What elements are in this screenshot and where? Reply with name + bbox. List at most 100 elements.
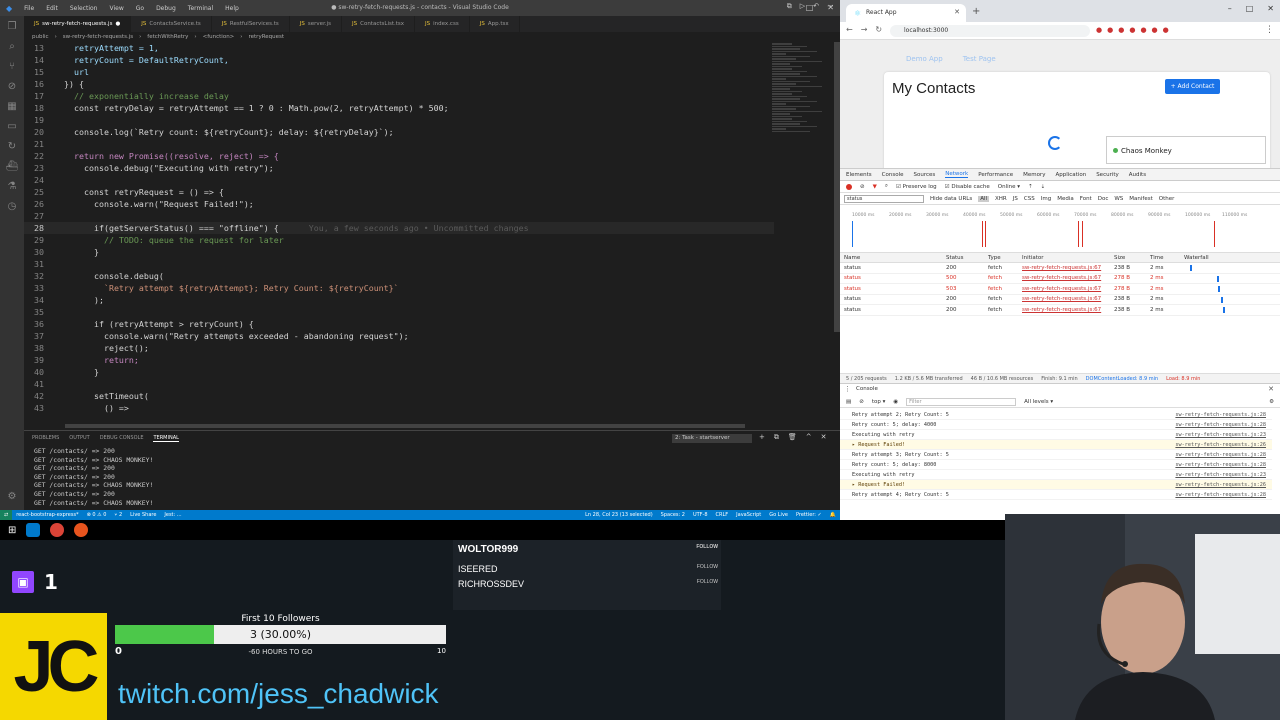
resource-type-filter[interactable]: WS	[1114, 196, 1123, 202]
column-header[interactable]: Time	[1146, 255, 1180, 261]
resource-type-filter[interactable]: All	[978, 195, 990, 202]
resource-type-filter[interactable]: XHR	[995, 196, 1007, 202]
console-source-link[interactable]: sw-retry-fetch-requests.js:28	[1175, 460, 1266, 469]
breadcrumb-item[interactable]: public	[32, 34, 49, 40]
search-icon[interactable]: ⌕	[0, 36, 24, 56]
console-source-link[interactable]: sw-retry-fetch-requests.js:28	[1175, 410, 1266, 419]
console-source-link[interactable]: sw-retry-fetch-requests.js:26	[1175, 480, 1266, 489]
debug-icon[interactable]: ⊘	[0, 76, 24, 96]
resource-type-filter[interactable]: Hide data URLs	[930, 196, 972, 202]
network-row[interactable]: status 200 fetch sw-retry-fetch-requests.js…	[840, 263, 1280, 274]
breadcrumb-item[interactable]: <function>	[203, 34, 235, 40]
filter-icon[interactable]: ▼	[873, 184, 877, 190]
trash-icon[interactable]: 🗑	[788, 433, 797, 442]
split-editor-icon[interactable]: ⧉	[787, 2, 792, 11]
breadcrumb-item[interactable]: retryRequest	[249, 34, 285, 40]
resource-type-filter[interactable]: Img	[1041, 196, 1051, 202]
explorer-icon[interactable]: ❐	[0, 16, 24, 36]
resource-type-filter[interactable]: Doc	[1098, 196, 1109, 202]
terminal-select[interactable]: 2: Task - startserver	[672, 434, 752, 443]
devtools-tab[interactable]: Security	[1096, 172, 1119, 178]
console-settings-icon[interactable]: ⚙	[1269, 399, 1280, 405]
chrome-taskbar-icon[interactable]	[50, 523, 65, 537]
devtools-tab[interactable]: Network	[945, 171, 969, 178]
devtools-tab[interactable]: Application	[1055, 172, 1086, 178]
status-branch[interactable]: react-bootstrap-express*	[12, 512, 82, 518]
network-row[interactable]: status 200 fetch sw-retry-fetch-requests.js…	[840, 305, 1280, 316]
menu-help[interactable]: Help	[219, 5, 245, 12]
resource-type-filter[interactable]: Font	[1080, 196, 1092, 202]
resource-type-filter[interactable]: CSS	[1024, 196, 1035, 202]
status-prettier[interactable]: Prettier: ✓	[792, 512, 826, 518]
browser-tab[interactable]: ⚛ React App ✕	[846, 4, 966, 22]
console-source-link[interactable]: sw-retry-fetch-requests.js:26	[1175, 440, 1266, 449]
drawer-menu-icon[interactable]: ⋮	[844, 385, 851, 393]
devtools-tab[interactable]: Console	[882, 172, 904, 178]
resource-type-filter[interactable]: Other	[1159, 196, 1175, 202]
console-filter-input[interactable]: Filter	[906, 397, 1017, 406]
contact-list-item[interactable]: Chaos Monkey	[1106, 136, 1266, 164]
disable-cache-checkbox[interactable]: ☑ Disable cache	[945, 184, 990, 190]
record-icon[interactable]	[846, 183, 852, 190]
devtools-tab[interactable]: Performance	[978, 172, 1013, 178]
network-overview[interactable]: 10000 ms 20000 ms 30000 ms 40000 ms 50000 ms…	[840, 205, 1280, 253]
network-cell-initiator[interactable]: sw-retry-fetch-requests.js:67	[1018, 275, 1110, 281]
nav-test-page[interactable]: Test Page	[963, 55, 996, 63]
clear-icon[interactable]: ⊘	[860, 184, 865, 190]
status-problems[interactable]: ⊗ 0 ⚠ 0	[83, 512, 111, 518]
menu-edit[interactable]: Edit	[40, 5, 64, 12]
menu-go[interactable]: Go	[130, 5, 150, 12]
windows-start-icon[interactable]: ⊞	[8, 525, 16, 536]
settings-gear-icon[interactable]: ⚙	[0, 486, 24, 506]
nav-demo-app[interactable]: Demo App	[906, 55, 943, 63]
extension-icon[interactable]: ●	[1152, 26, 1158, 34]
editor-tab[interactable]: JS ContactsService.ts	[131, 16, 212, 32]
import-icon[interactable]: ⇡	[1028, 184, 1033, 190]
close-icon[interactable]: ✕	[1267, 4, 1274, 13]
new-terminal-icon[interactable]: +	[759, 433, 765, 442]
editor-tab[interactable]: JS ContactsList.tsx	[342, 16, 416, 32]
network-cell-initiator[interactable]: sw-retry-fetch-requests.js:67	[1018, 296, 1110, 302]
tab-terminal[interactable]: TERMINAL	[153, 435, 179, 442]
column-header[interactable]: Size	[1110, 255, 1146, 261]
live-share-icon[interactable]: ↻	[0, 136, 24, 156]
column-header[interactable]: Initiator	[1018, 255, 1110, 261]
extension-icon[interactable]: ●	[1163, 26, 1169, 34]
search-icon[interactable]: ⌕	[885, 183, 888, 190]
vscode-taskbar-icon[interactable]	[26, 523, 41, 537]
address-bar[interactable]: localhost:3000	[890, 25, 1090, 37]
remote-icon[interactable]: ▭	[0, 116, 24, 136]
tab-debug-console[interactable]: DEBUG CONSOLE	[100, 435, 144, 442]
editor-tab[interactable]: JS RestfulServices.ts	[212, 16, 290, 32]
console-sidebar-icon[interactable]: ▤	[846, 399, 851, 405]
editor-tab[interactable]: JS index.css	[415, 16, 470, 32]
minimap[interactable]	[772, 42, 832, 427]
maximize-panel-icon[interactable]: ^	[806, 433, 812, 442]
extension-icon[interactable]: ●	[1107, 26, 1113, 34]
console-source-link[interactable]: sw-retry-fetch-requests.js:28	[1175, 420, 1266, 429]
resource-type-filter[interactable]: Media	[1057, 196, 1074, 202]
status-indent[interactable]: Spaces: 2	[657, 512, 689, 518]
breadcrumb-item[interactable]: sw-retry-fetch-requests.js	[63, 34, 133, 40]
editor-tab[interactable]: JS sw-retry-fetch-requests.js ●	[24, 16, 132, 32]
network-row[interactable]: status 200 fetch sw-retry-fetch-requests.js…	[840, 295, 1280, 305]
run-icon[interactable]: ▷	[800, 2, 805, 11]
console-source-link[interactable]: sw-retry-fetch-requests.js:28	[1175, 450, 1266, 459]
console-drawer-tab[interactable]: Console	[856, 386, 878, 392]
split-terminal-icon[interactable]: ⧉	[774, 433, 779, 442]
timeline-icon[interactable]: ◷	[0, 196, 24, 216]
remote-indicator[interactable]: ⇄	[0, 510, 13, 520]
devtools-tab[interactable]: Elements	[846, 172, 872, 178]
network-cell-initiator[interactable]: sw-retry-fetch-requests.js:67	[1018, 286, 1110, 292]
editor-tab[interactable]: JS server.js	[290, 16, 342, 32]
code-editor[interactable]: 13 retryAttempt = 1, 14 retryCount = Defa…	[24, 42, 774, 427]
extension-icon[interactable]: ●	[1129, 26, 1135, 34]
console-source-link[interactable]: sw-retry-fetch-requests.js:28	[1175, 490, 1266, 499]
eye-icon[interactable]: ◉	[893, 399, 898, 405]
throttling-select[interactable]: Online ▾	[998, 184, 1020, 190]
context-select[interactable]: top ▾	[872, 399, 886, 405]
console-clear-icon[interactable]: ⊘	[859, 399, 864, 405]
close-drawer-icon[interactable]: ✕	[1268, 385, 1274, 393]
editor-hscrollbar[interactable]	[65, 424, 745, 428]
editor-tab[interactable]: JS App.tsx	[470, 16, 520, 32]
